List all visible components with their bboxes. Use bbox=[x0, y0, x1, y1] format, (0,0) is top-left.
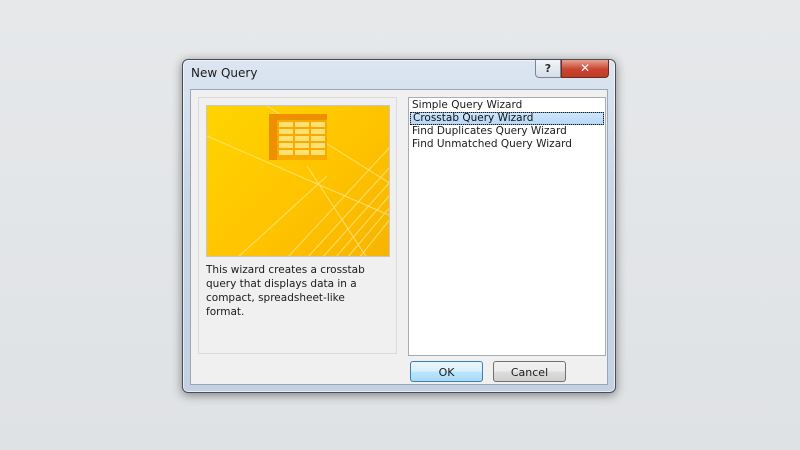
dialog-title: New Query bbox=[191, 66, 258, 80]
list-item-find-duplicates-query-wizard[interactable]: Find Duplicates Query Wizard bbox=[410, 125, 604, 138]
crosstab-illustration-icon bbox=[207, 106, 389, 256]
wizard-list[interactable]: Simple Query Wizard Crosstab Query Wizar… bbox=[408, 97, 606, 356]
help-button[interactable]: ? bbox=[535, 60, 561, 78]
table-icon bbox=[269, 114, 327, 160]
new-query-dialog: New Query ? ✕ This wizard creates a cros… bbox=[182, 59, 616, 393]
list-item-simple-query-wizard[interactable]: Simple Query Wizard bbox=[410, 99, 604, 112]
wizard-info-panel: This wizard creates a crosstab query tha… bbox=[198, 97, 397, 354]
dialog-body: This wizard creates a crosstab query tha… bbox=[190, 89, 608, 385]
ok-button[interactable]: OK bbox=[410, 361, 483, 382]
wizard-preview-image bbox=[206, 105, 390, 257]
list-item-crosstab-query-wizard[interactable]: Crosstab Query Wizard bbox=[410, 112, 604, 125]
cancel-button[interactable]: Cancel bbox=[493, 361, 566, 382]
title-bar: New Query ? ✕ bbox=[183, 60, 615, 86]
wizard-description: This wizard creates a crosstab query tha… bbox=[206, 264, 365, 318]
list-item-find-unmatched-query-wizard[interactable]: Find Unmatched Query Wizard bbox=[410, 138, 604, 151]
close-button[interactable]: ✕ bbox=[561, 60, 609, 78]
